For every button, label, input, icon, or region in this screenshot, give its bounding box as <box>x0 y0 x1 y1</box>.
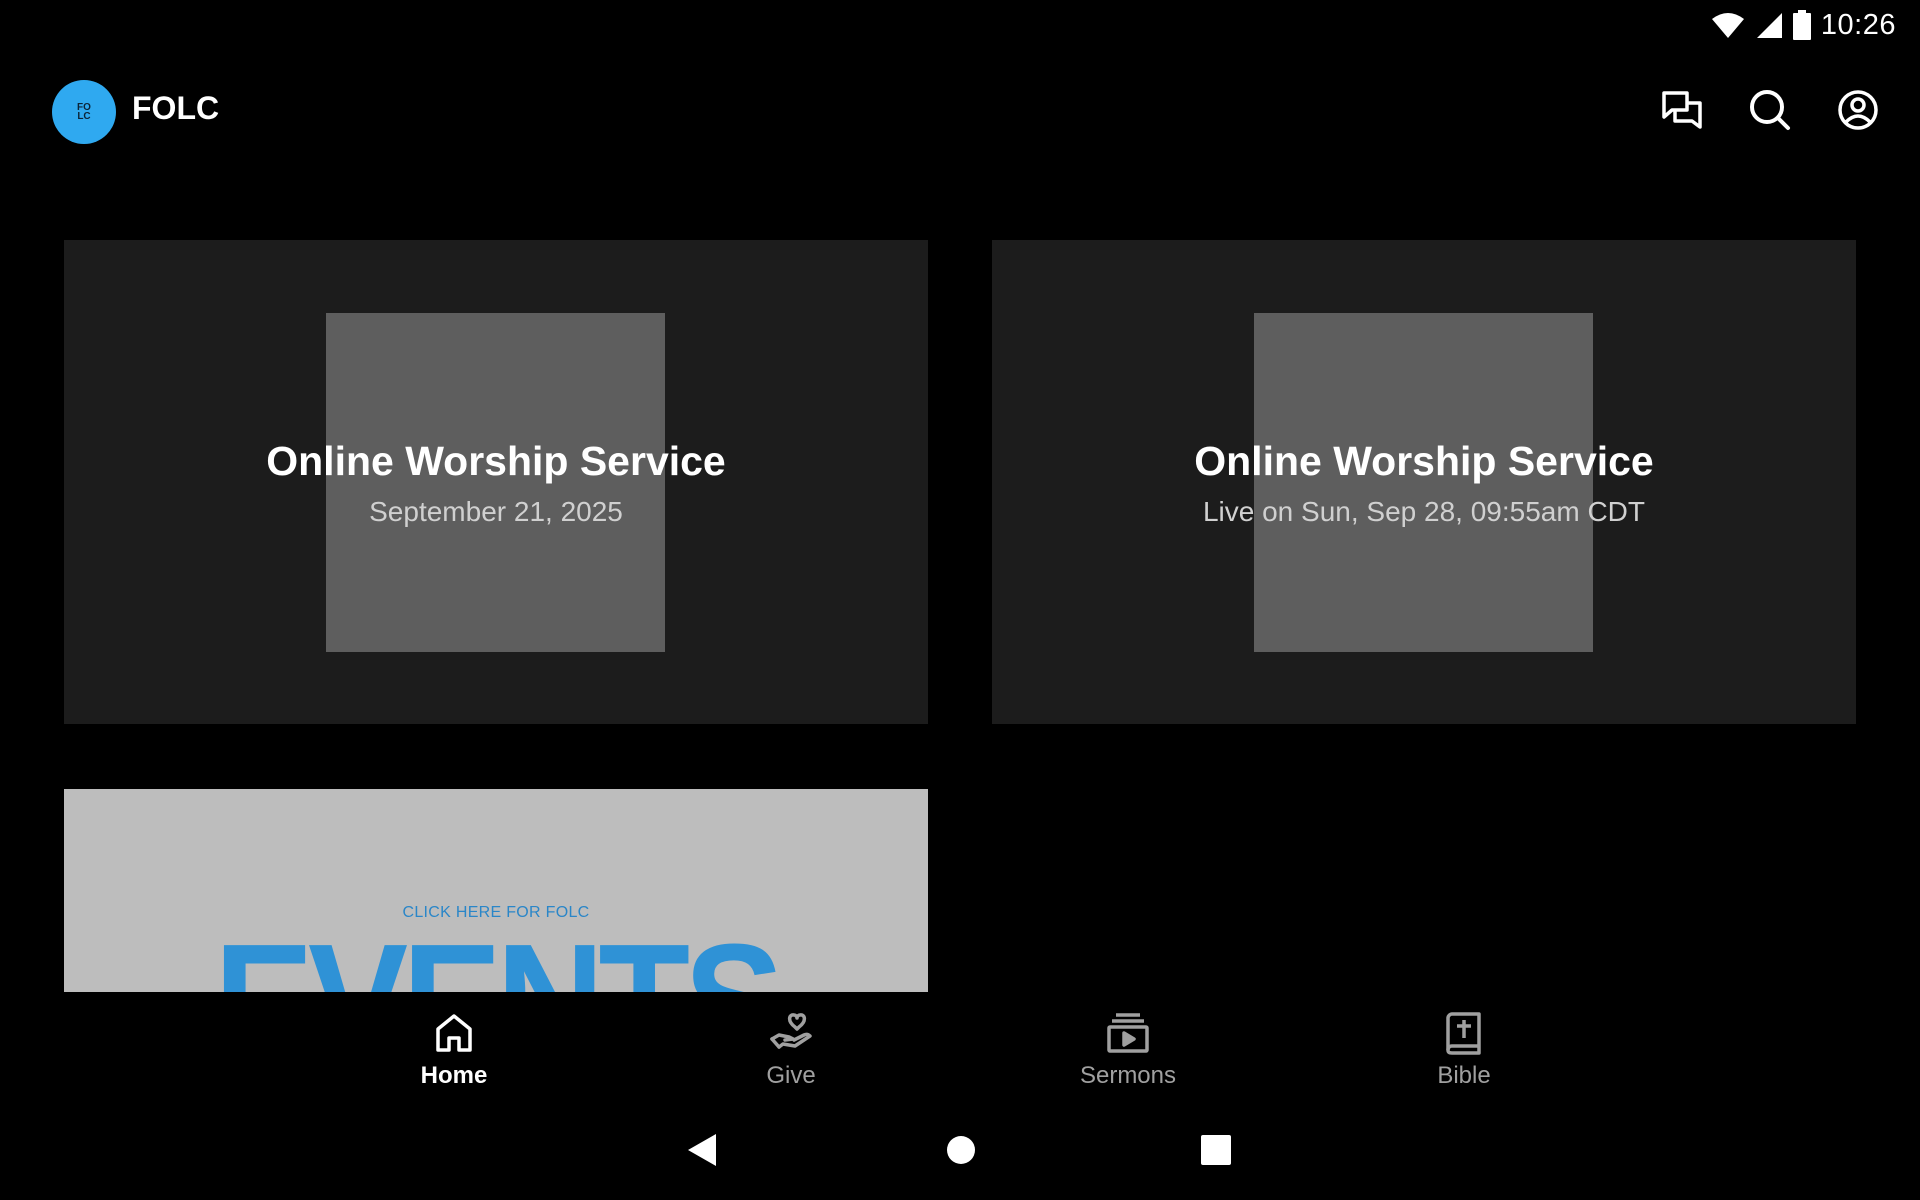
home-circle-icon[interactable] <box>946 1132 976 1168</box>
nav-give[interactable]: Give <box>701 1010 881 1090</box>
header-actions <box>1660 88 1880 132</box>
chat-icon <box>1662 91 1702 129</box>
back-icon[interactable] <box>686 1132 718 1168</box>
wifi-icon <box>1711 13 1744 38</box>
card-subtitle: Live on Sun, Sep 28, 09:55am CDT <box>1202 496 1646 527</box>
sermons-icon <box>1107 1013 1149 1053</box>
nav-bible-label: Bible <box>1437 1062 1491 1089</box>
nav-bible[interactable]: Bible <box>1374 1010 1554 1090</box>
system-nav-bar <box>0 1110 1920 1200</box>
account-icon <box>1838 90 1878 130</box>
nav-sermons-label: Sermons <box>1079 1062 1177 1089</box>
worship-card-1[interactable]: Online Worship Service September 21, 202… <box>64 240 928 724</box>
recents-icon[interactable] <box>1200 1132 1232 1168</box>
card-title: Online Worship Service <box>1194 438 1654 484</box>
logo-text: FOLC <box>77 102 91 122</box>
bible-icon <box>1446 1012 1481 1055</box>
events-banner-heading: EVENTS <box>64 919 928 992</box>
battery-icon <box>1792 10 1811 40</box>
cell-signal-icon <box>1756 13 1782 38</box>
status-time: 10:26 <box>1820 8 1896 41</box>
account-button[interactable] <box>1836 88 1880 132</box>
card-subtitle: September 21, 2025 <box>369 496 623 527</box>
search-button[interactable] <box>1748 88 1792 132</box>
app-title: FOLC <box>132 90 220 126</box>
nav-give-label: Give <box>766 1062 816 1089</box>
worship-card-2[interactable]: Online Worship Service Live on Sun, Sep … <box>992 240 1856 724</box>
nav-sermons[interactable]: Sermons <box>1038 1010 1218 1090</box>
bottom-nav: Home Give Sermons Bible <box>0 992 1920 1102</box>
search-icon <box>1750 90 1790 130</box>
nav-home-label: Home <box>420 1062 488 1089</box>
give-icon <box>770 1013 812 1049</box>
events-banner[interactable]: CLICK HERE FOR FOLC EVENTS <box>64 789 928 992</box>
app-bar: FOLC FOLC <box>0 62 1920 162</box>
nav-home[interactable]: Home <box>364 1010 544 1090</box>
home-icon <box>436 1014 472 1052</box>
status-bar: 10:26 <box>0 0 1920 50</box>
card-title: Online Worship Service <box>266 438 726 484</box>
messages-button[interactable] <box>1660 88 1704 132</box>
app-logo[interactable]: FOLC <box>52 80 116 144</box>
status-icons: 10:26 <box>1711 8 1896 42</box>
